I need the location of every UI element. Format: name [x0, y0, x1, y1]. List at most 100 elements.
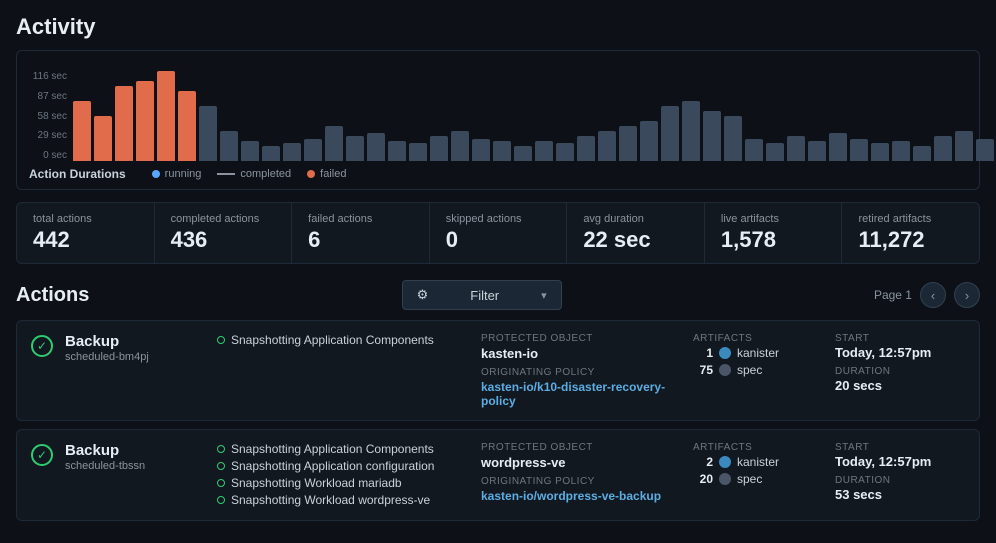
- stat-item: total actions 442: [17, 203, 155, 263]
- start-value: Today, 12:57pm: [835, 454, 965, 469]
- chart-bar-completed: [892, 141, 910, 161]
- chart-bar-completed: [745, 139, 763, 161]
- action-protected: PROTECTED OBJECT wordpress-ve ORIGINATIN…: [481, 442, 681, 503]
- chart-bar-completed: [724, 116, 742, 161]
- artifact-item: 1 kanister: [693, 346, 823, 360]
- chart-bar-completed: [514, 146, 532, 161]
- policy-value: kasten-io/wordpress-ve-backup: [481, 489, 681, 503]
- y-axis: 0 sec29 sec58 sec87 sec116 sec: [29, 71, 67, 161]
- start-label: START: [835, 442, 965, 453]
- stat-label: avg duration: [583, 213, 688, 225]
- action-type: Backup: [65, 333, 205, 350]
- stat-value: 442: [33, 227, 138, 253]
- duration-label: DURATION: [835, 366, 965, 377]
- step-dot: [217, 445, 225, 453]
- chart-bar-completed: [955, 131, 973, 161]
- artifact-count: 75: [693, 363, 713, 377]
- step-item: Snapshotting Application Components: [217, 442, 469, 456]
- stat-label: failed actions: [308, 213, 413, 225]
- completed-line: [217, 173, 235, 175]
- y-axis-label: 116 sec: [29, 71, 67, 82]
- step-dot: [217, 479, 225, 487]
- chart-bar-completed: [304, 139, 322, 161]
- chart-bar-completed: [283, 143, 301, 161]
- chevron-down-icon: ▾: [541, 289, 547, 302]
- legend-failed-label: failed: [320, 168, 346, 180]
- pagination: Page 1 ‹ ›: [874, 282, 980, 308]
- artifact-count: 2: [693, 455, 713, 469]
- duration-label: DURATION: [835, 475, 965, 486]
- chart-legend: Action Durations running completed faile…: [29, 167, 967, 181]
- policy-value: kasten-io/k10-disaster-recovery-policy: [481, 380, 681, 408]
- start-value: Today, 12:57pm: [835, 345, 965, 360]
- duration-value: 53 secs: [835, 487, 965, 502]
- artifact-icon: [719, 456, 731, 468]
- duration-value: 20 secs: [835, 378, 965, 393]
- chart-bar-completed: [703, 111, 721, 161]
- artifact-name: spec: [737, 472, 762, 486]
- chart-bar-completed: [451, 131, 469, 161]
- step-dot: [217, 336, 225, 344]
- chart-bar-completed: [241, 141, 259, 161]
- chart-bar-completed: [766, 143, 784, 161]
- stat-value: 436: [171, 227, 276, 253]
- chart-bar-completed: [388, 141, 406, 161]
- chart-bar-failed: [94, 116, 112, 161]
- artifact-name: spec: [737, 363, 762, 377]
- stat-value: 22 sec: [583, 227, 688, 253]
- chart-bar-failed: [178, 91, 196, 161]
- chart-bar-completed: [913, 146, 931, 161]
- main-page: Activity 0 sec29 sec58 sec87 sec116 sec …: [0, 0, 996, 543]
- step-label: Snapshotting Application Components: [231, 442, 434, 456]
- step-dot: [217, 462, 225, 470]
- action-main: Backup scheduled-tbssn: [65, 442, 205, 472]
- chart-bar-failed: [136, 81, 154, 161]
- action-timing: START Today, 12:57pm DURATION 20 secs: [835, 333, 965, 399]
- stat-value: 6: [308, 227, 413, 253]
- action-artifacts: ARTIFACTS 1 kanister 75 spec: [693, 333, 823, 380]
- chart-bar-completed: [619, 126, 637, 161]
- step-item: Snapshotting Application Components: [217, 333, 469, 347]
- filter-label: Filter: [470, 288, 499, 303]
- chart-bar-failed: [73, 101, 91, 161]
- stat-item: completed actions 436: [155, 203, 293, 263]
- chart-bar-completed: [829, 133, 847, 161]
- action-type: Backup: [65, 442, 205, 459]
- artifact-count: 1: [693, 346, 713, 360]
- protected-object-value: kasten-io: [481, 346, 681, 361]
- chart-bar-completed: [493, 141, 511, 161]
- legend-running-label: running: [165, 168, 202, 180]
- stat-label: live artifacts: [721, 213, 826, 225]
- action-timing: START Today, 12:57pm DURATION 53 secs: [835, 442, 965, 508]
- step-dot: [217, 496, 225, 504]
- artifact-item: 75 spec: [693, 363, 823, 377]
- prev-page-button[interactable]: ‹: [920, 282, 946, 308]
- step-item: Snapshotting Application configuration: [217, 459, 469, 473]
- artifact-count: 20: [693, 472, 713, 486]
- chart-inner: 0 sec29 sec58 sec87 sec116 sec: [29, 61, 967, 161]
- actions-title: Actions: [16, 284, 89, 307]
- bars-area: [73, 71, 994, 161]
- page-label: Page 1: [874, 288, 912, 302]
- chart-bar-completed: [850, 139, 868, 161]
- step-label: Snapshotting Application configuration: [231, 459, 434, 473]
- legend-completed-label: completed: [240, 168, 291, 180]
- step-label: Snapshotting Application Components: [231, 333, 434, 347]
- chart-bar-completed: [535, 141, 553, 161]
- chart-bar-completed: [220, 131, 238, 161]
- action-row: ✓ Backup scheduled-bm4pj Snapshotting Ap…: [16, 320, 980, 421]
- failed-dot: [307, 170, 315, 178]
- legend-failed: failed: [307, 168, 346, 180]
- artifact-item: 20 spec: [693, 472, 823, 486]
- chart-bar-completed: [262, 146, 280, 161]
- next-page-button[interactable]: ›: [954, 282, 980, 308]
- chart-bar-completed: [409, 143, 427, 161]
- artifacts-label: ARTIFACTS: [693, 442, 823, 453]
- artifact-icon: [719, 473, 731, 485]
- protected-object-value: wordpress-ve: [481, 455, 681, 470]
- stats-row: total actions 442 completed actions 436 …: [16, 202, 980, 264]
- step-item: Snapshotting Workload mariadb: [217, 476, 469, 490]
- filter-button[interactable]: ⚙ Filter ▾: [402, 280, 562, 310]
- action-artifacts: ARTIFACTS 2 kanister 20 spec: [693, 442, 823, 489]
- policy-label: ORIGINATING POLICY: [481, 476, 681, 487]
